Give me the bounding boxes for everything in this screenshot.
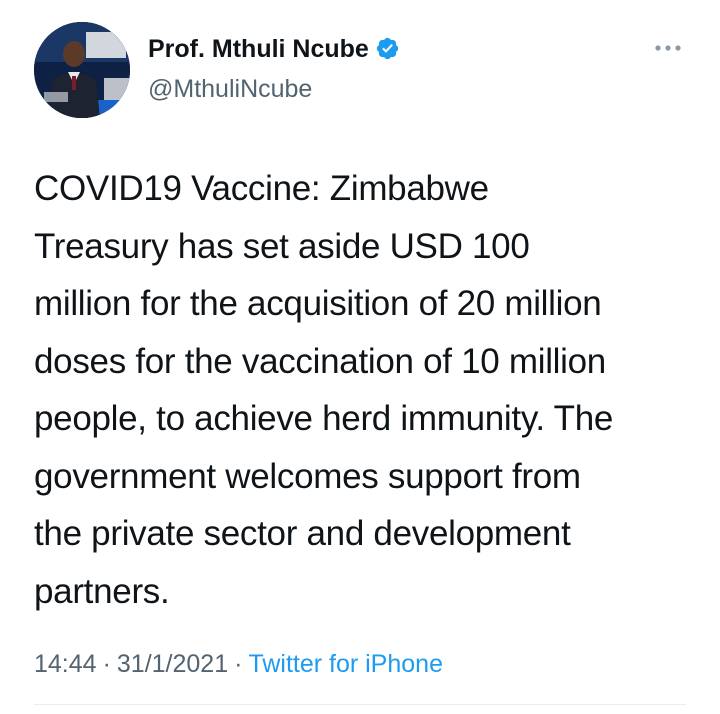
author-handle[interactable]: @MthuliNcube bbox=[148, 73, 312, 105]
tweet-metadata: 14:44 · 31/1/2021 · Twitter for iPhone bbox=[34, 648, 443, 680]
more-options-icon[interactable] bbox=[650, 36, 686, 60]
tweet-date[interactable]: 31/1/2021 bbox=[117, 650, 228, 678]
tweet-text-line: COVID19 Vaccine: Zimbabwe bbox=[34, 169, 489, 208]
author-display-name[interactable]: Prof. Mthuli Ncube bbox=[148, 33, 400, 65]
author-display-name-text: Prof. Mthuli Ncube bbox=[148, 35, 369, 63]
tweet-source-link[interactable]: Twitter for iPhone bbox=[248, 650, 443, 678]
tweet-card: Prof. Mthuli Ncube @MthuliNcube COVID19 … bbox=[0, 0, 720, 714]
verified-badge-icon bbox=[376, 37, 399, 60]
meta-separator: · bbox=[102, 650, 111, 678]
divider bbox=[34, 704, 686, 705]
tweet-text-line: the private sector and development bbox=[34, 514, 571, 553]
tweet-text-line: government welcomes support from bbox=[34, 456, 581, 496]
tweet-body: COVID19 Vaccine: Zimbabwe Treasury has s… bbox=[34, 160, 694, 620]
meta-separator: · bbox=[234, 650, 243, 678]
avatar-image bbox=[34, 22, 130, 118]
tweet-text-line: million for the acquisition of 20 millio… bbox=[34, 284, 602, 323]
tweet-text-line: doses for the vaccination of 10 million bbox=[34, 341, 606, 381]
tweet-text-line: Treasury has set aside USD 100 bbox=[34, 226, 530, 266]
tweet-text-line: people, to achieve herd immunity. The bbox=[34, 399, 614, 438]
tweet-text-line: partners. bbox=[34, 571, 170, 611]
author-avatar[interactable] bbox=[34, 22, 130, 118]
tweet-time[interactable]: 14:44 bbox=[34, 650, 97, 678]
